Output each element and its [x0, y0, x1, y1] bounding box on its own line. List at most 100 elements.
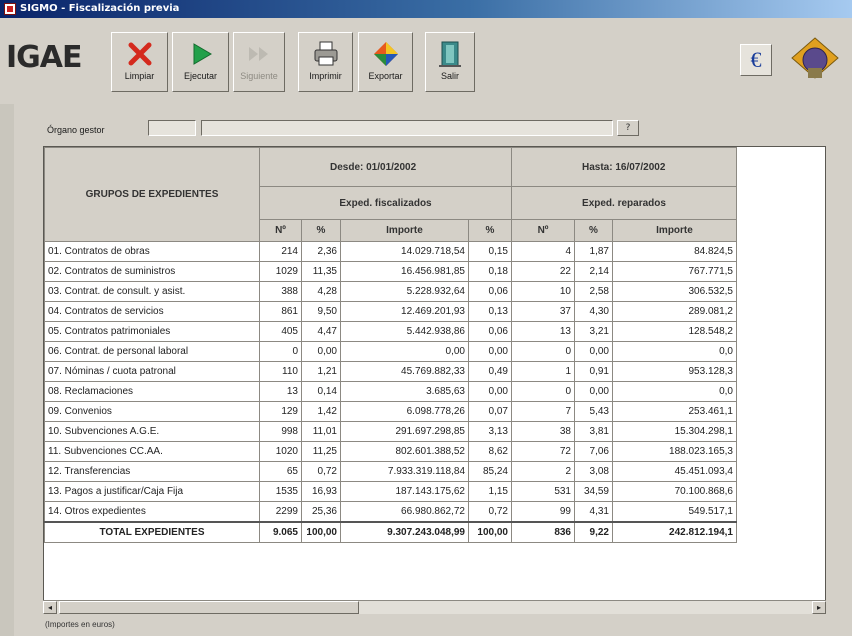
table-row[interactable]: 10. Subvenciones A.G.E. 998 11,01 291.697.2…	[44, 421, 737, 442]
cell-value: 34,59	[574, 481, 613, 502]
cell-value: 188.023.165,3	[612, 441, 737, 462]
data-grid[interactable]: GRUPOS DE EXPEDIENTES Desde: 01/01/2002 …	[43, 146, 826, 614]
table-row[interactable]: 08. Reclamaciones 13 0,14 3.685,63 0,00 0 0,00…	[44, 381, 737, 402]
cell-value: 14.029.718,54	[340, 241, 469, 262]
row-label: 14. Otros expedientes	[44, 501, 260, 523]
export-button-label: Exportar	[368, 71, 403, 81]
cell-value: 13	[259, 381, 302, 402]
cell-value: 0,00	[574, 341, 613, 362]
cell-value: 1029	[259, 261, 302, 282]
table-row[interactable]: 14. Otros expedientes 2299 25,36 66.980.862…	[44, 501, 737, 523]
execute-button[interactable]: Ejecutar	[172, 32, 229, 92]
cell-value: 7,06	[574, 441, 613, 462]
cell-value: 65	[259, 461, 302, 482]
cell-value: 2,58	[574, 281, 613, 302]
cell-value: 953.128,3	[612, 361, 737, 382]
table-row[interactable]: 05. Contratos patrimoniales 405 4,47 5.442.…	[44, 321, 737, 342]
cell-value: 767.771,5	[612, 261, 737, 282]
cell-value: 0,07	[468, 401, 512, 422]
table-row[interactable]: 02. Contratos de suministros 1029 11,35 16.…	[44, 261, 737, 282]
scroll-left-arrow-icon[interactable]: ◂	[43, 601, 57, 614]
row-label: 05. Contratos patrimoniales	[44, 321, 260, 342]
cell-value: 861	[259, 301, 302, 322]
cell-value: 0,00	[468, 341, 512, 362]
cell-value: 0,13	[468, 301, 512, 322]
table-row[interactable]: 12. Transferencias 65 0,72 7.933.319.118,84…	[44, 461, 737, 482]
cell-value: 72	[511, 441, 575, 462]
cell-value: 531	[511, 481, 575, 502]
next-button[interactable]: Siguiente	[233, 32, 285, 92]
euro-button[interactable]: €	[740, 44, 772, 76]
cell-value: 0,49	[468, 361, 512, 382]
clear-button[interactable]: Limpiar	[111, 32, 168, 92]
cell-value: 8,62	[468, 441, 512, 462]
cell-value: 0,91	[574, 361, 613, 382]
cell-value: 1020	[259, 441, 302, 462]
exit-door-icon	[439, 41, 461, 67]
cell-value: 5,43	[574, 401, 613, 422]
row-label: 06. Contrat. de personal laboral	[44, 341, 260, 362]
cell-value: 4	[511, 241, 575, 262]
organo-name-field[interactable]	[201, 120, 613, 136]
table-row[interactable]: 11. Subvenciones CC.AA. 1020 11,25 802.601.…	[44, 441, 737, 462]
cell-value: 4,31	[574, 501, 613, 523]
app-window: SIGMO - Fiscalización previa IGAE Limpia…	[0, 0, 852, 636]
print-button-label: Imprimir	[309, 71, 342, 81]
table-row[interactable]: 01. Contratos de obras 214 2,36 14.029.718,…	[44, 241, 737, 262]
window-title: SIGMO - Fiscalización previa	[20, 3, 180, 14]
col-pct-reparados: %	[574, 219, 613, 242]
col-importe-fiscalizados: Importe	[340, 219, 469, 242]
reparados-header: Exped. reparados	[511, 186, 737, 220]
cell-value: 306.532,5	[612, 281, 737, 302]
exit-button[interactable]: Salir	[425, 32, 475, 92]
cell-value: 0,72	[301, 461, 341, 482]
cell-value: 388	[259, 281, 302, 302]
cell-value: 70.100.868,6	[612, 481, 737, 502]
cell-value: 242.812.194,1	[612, 521, 737, 543]
cell-value: 1,21	[301, 361, 341, 382]
cell-value: 1535	[259, 481, 302, 502]
cell-value: 4,30	[574, 301, 613, 322]
printer-icon	[314, 41, 337, 66]
cell-value: 9,50	[301, 301, 341, 322]
cell-value: 1,15	[468, 481, 512, 502]
col-n-reparados: Nº	[511, 219, 575, 242]
table-row[interactable]: 09. Convenios 129 1,42 6.098.778,26 0,07 7 5,4…	[44, 401, 737, 422]
cell-value: 84.824,5	[612, 241, 737, 262]
organo-lookup-button[interactable]: ?	[617, 120, 639, 136]
cell-value: 549.517,1	[612, 501, 737, 523]
cell-value: 998	[259, 421, 302, 442]
organo-code-field[interactable]	[148, 120, 196, 136]
cell-value: 110	[259, 361, 302, 382]
cell-value: 11,01	[301, 421, 341, 442]
horizontal-scrollbar[interactable]: ◂ ▸	[43, 600, 826, 614]
row-label: 13. Pagos a justificar/Caja Fija	[44, 481, 260, 502]
cell-value: 2,14	[574, 261, 613, 282]
table-row[interactable]: 13. Pagos a justificar/Caja Fija 1535 16,9…	[44, 481, 737, 502]
title-bar: SIGMO - Fiscalización previa	[0, 0, 852, 18]
scroll-right-arrow-icon[interactable]: ▸	[812, 601, 826, 614]
next-button-label: Siguiente	[240, 71, 278, 81]
export-button[interactable]: Exportar	[358, 32, 413, 92]
cell-value: 0,0	[612, 341, 737, 362]
cell-value: 13	[511, 321, 575, 342]
scrollbar-thumb[interactable]	[59, 601, 359, 614]
cell-value: 214	[259, 241, 302, 262]
table-row[interactable]: 07. Nóminas / cuota patronal 110 1,21 45.76…	[44, 361, 737, 382]
fast-forward-icon	[249, 47, 268, 61]
cell-value: 836	[511, 521, 575, 543]
print-button[interactable]: Imprimir	[298, 32, 353, 92]
cell-value: 45.451.093,4	[612, 461, 737, 482]
row-label: 09. Convenios	[44, 401, 260, 422]
group-header: GRUPOS DE EXPEDIENTES	[44, 147, 260, 242]
row-label: 12. Transferencias	[44, 461, 260, 482]
cell-value: 2,36	[301, 241, 341, 262]
cell-value: 100,00	[468, 521, 512, 543]
table-row[interactable]: 06. Contrat. de personal laboral 0 0,00 0,0…	[44, 341, 737, 362]
cell-value: 405	[259, 321, 302, 342]
table-row[interactable]: 04. Contratos de servicios 861 9,50 12.469.…	[44, 301, 737, 322]
total-row[interactable]: TOTAL EXPEDIENTES 9.065 100,00 9.307.243.04…	[44, 521, 737, 543]
cell-value: 9.307.243.048,99	[340, 521, 469, 543]
cell-value: 129	[259, 401, 302, 422]
table-row[interactable]: 03. Contrat. de consult. y asist. 388 4,28…	[44, 281, 737, 302]
